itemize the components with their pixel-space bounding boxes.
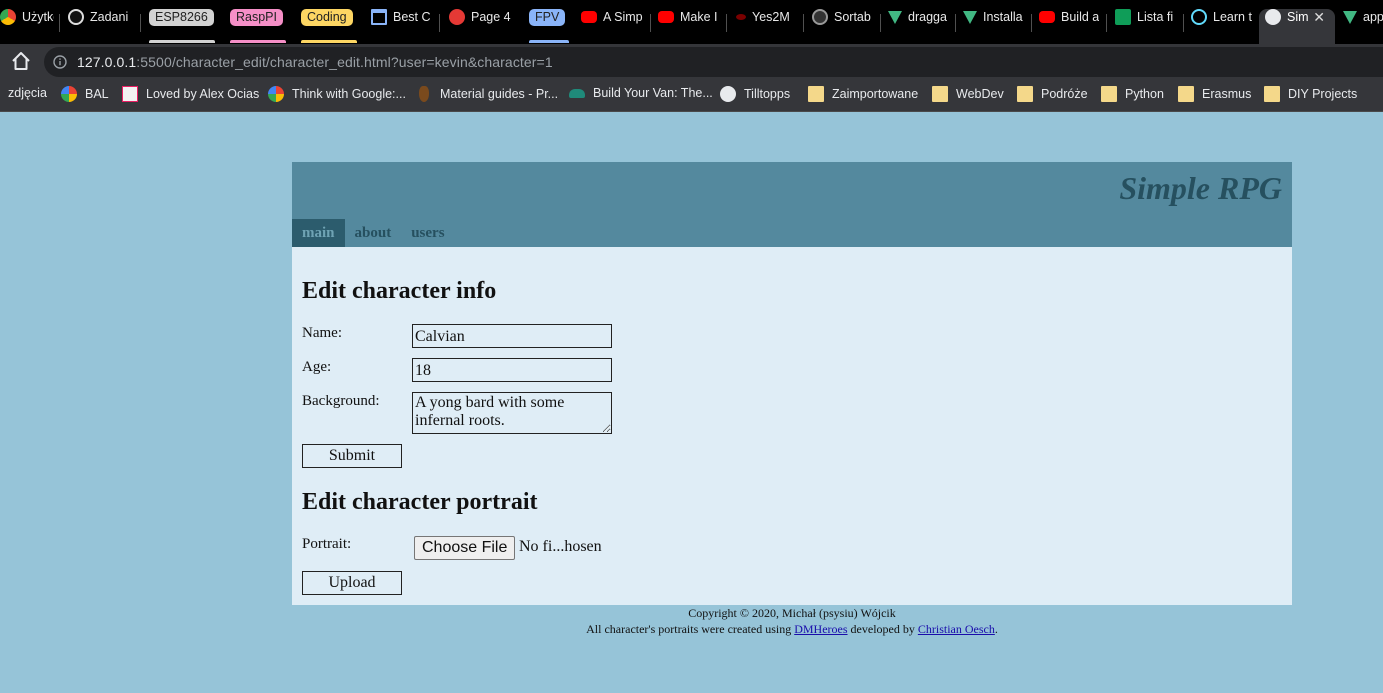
bookmarks-bar: zdjęcia BAL Loved by Alex Ocias Think wi…	[0, 78, 1383, 112]
bookmark-bal[interactable]: BAL	[61, 86, 109, 102]
tab-dragga[interactable]: dragga	[882, 9, 954, 43]
info-icon[interactable]	[53, 55, 67, 69]
vue-icon	[888, 11, 902, 24]
tab-group-raspi[interactable]: RaspPI	[224, 9, 290, 43]
bookmark-folder-podroze[interactable]: Podróże	[1017, 86, 1088, 102]
tab-group-fpv[interactable]: FPV	[523, 9, 573, 43]
bookmark-folder-webdev[interactable]: WebDev	[932, 86, 1004, 102]
dmheroes-link[interactable]: DMHeroes	[794, 622, 847, 636]
tab-zadani[interactable]: Zadani	[62, 9, 140, 43]
nav-users[interactable]: users	[401, 219, 454, 247]
tab-learn[interactable]: Learn t	[1185, 9, 1257, 43]
nav-about[interactable]: about	[345, 219, 402, 247]
react-icon	[1191, 9, 1207, 25]
bookmark-think-with-google[interactable]: Think with Google:...	[268, 86, 406, 102]
van-icon	[569, 88, 585, 98]
youtube-icon	[1039, 11, 1055, 23]
background-label: Background:	[302, 393, 380, 409]
main-nav: main about users	[292, 219, 455, 247]
folder-icon	[1178, 86, 1194, 102]
url-text[interactable]: 127.0.0.1:5500/character_edit/character_…	[77, 54, 553, 70]
page-footer: Copyright © 2020, Michał (psysiu) Wójcik…	[292, 605, 1292, 637]
folder-icon	[1017, 86, 1033, 102]
edit-info-heading: Edit character info	[302, 278, 497, 304]
browser-tab-strip: Użytko Zadani ESP8266 RaspPI Coding Best…	[0, 0, 1383, 44]
christian-oesch-link[interactable]: Christian Oesch	[918, 622, 995, 636]
google-icon	[268, 86, 284, 102]
site-title: Simple RPG	[1119, 170, 1282, 206]
guitar-icon	[419, 86, 429, 102]
tab-group-coding[interactable]: Coding	[295, 9, 361, 43]
compass-icon	[68, 9, 84, 25]
url-host: 127.0.0.1	[77, 54, 137, 70]
bookmark-material-guides[interactable]: Material guides - Pr...	[416, 86, 558, 102]
bookmark-alex-ocias[interactable]: Loved by Alex Ocias	[122, 86, 259, 102]
tab-make[interactable]: Make I	[652, 9, 724, 43]
tab-sortab[interactable]: Sortab	[806, 9, 880, 43]
google-icon	[61, 86, 77, 102]
tab-app[interactable]: app	[1337, 9, 1383, 43]
red-wave-icon	[736, 14, 746, 20]
pin-icon	[449, 9, 465, 25]
credit-line: All character's portraits were created u…	[292, 621, 1292, 637]
tab-lista[interactable]: Lista fi	[1109, 9, 1183, 43]
bookmark-folder-zaimportowane[interactable]: Zaimportowane	[808, 86, 918, 102]
age-input[interactable]	[412, 358, 612, 382]
address-bar[interactable]: 127.0.0.1:5500/character_edit/character_…	[44, 47, 1383, 77]
youtube-icon	[658, 11, 674, 23]
bookmark-build-your-van[interactable]: Build Your Van: The...	[569, 86, 713, 100]
close-tab-icon[interactable]: ✕	[1313, 9, 1331, 25]
submit-button[interactable]: Submit	[302, 444, 402, 468]
tab-a-simp[interactable]: A Simp	[575, 9, 649, 43]
main-content: Edit character info Name: Age: Backgroun…	[292, 247, 1292, 605]
vue-icon	[963, 11, 977, 24]
tab-installa[interactable]: Installa	[957, 9, 1031, 43]
youtube-icon	[581, 11, 597, 23]
nav-main[interactable]: main	[292, 219, 345, 247]
tab-yes2m[interactable]: Yes2M	[730, 9, 802, 43]
github-icon	[812, 9, 828, 25]
url-path: :5500/character_edit/character_edit.html…	[136, 54, 553, 70]
portrait-label: Portrait:	[302, 536, 352, 552]
edit-portrait-heading: Edit character portrait	[302, 489, 538, 515]
folder-icon	[932, 86, 948, 102]
home-icon[interactable]	[10, 50, 32, 72]
folder-icon	[1264, 86, 1280, 102]
age-label: Age:	[302, 359, 332, 375]
browser-toolbar: 127.0.0.1:5500/character_edit/character_…	[0, 44, 1383, 78]
file-status-text: No fi...hosen	[519, 538, 602, 555]
bookmark-folder-erasmus[interactable]: Erasmus	[1178, 86, 1251, 102]
credit-prefix: All character's portraits were created u…	[586, 622, 792, 636]
choose-file-button[interactable]: Choose File	[414, 536, 516, 560]
tab-build[interactable]: Build a	[1033, 9, 1105, 43]
folder-icon	[808, 86, 824, 102]
credit-middle: developed by	[850, 622, 915, 636]
tab-group-esp8266[interactable]: ESP8266	[143, 9, 219, 43]
tab-simple-rpg[interactable]: Sim ✕	[1259, 9, 1335, 44]
bank-icon	[371, 9, 387, 25]
sheets-icon	[1115, 9, 1131, 25]
upload-button[interactable]: Upload	[302, 571, 402, 595]
bookmark-tilltopps[interactable]: Tilltopps	[720, 86, 790, 102]
tab-uzytko[interactable]: Użytko	[0, 9, 58, 43]
chrome-icon	[0, 9, 16, 25]
background-textarea[interactable]: A yong bard with some infernal roots.	[412, 392, 612, 434]
alex-icon	[122, 86, 138, 102]
credit-suffix: .	[994, 622, 998, 636]
bookmark-folder-diy-projects[interactable]: DIY Projects	[1264, 86, 1357, 102]
globe-icon	[1265, 9, 1281, 25]
globe-icon	[720, 86, 736, 102]
tab-page4[interactable]: Page 4	[443, 9, 519, 43]
site-header: Simple RPG main about users	[292, 162, 1292, 247]
tab-best[interactable]: Best C	[365, 9, 437, 43]
vue-icon	[1343, 11, 1357, 24]
folder-icon	[1101, 86, 1117, 102]
bookmark-zdjecia[interactable]: zdjęcia	[8, 86, 47, 100]
bookmark-folder-python[interactable]: Python	[1101, 86, 1164, 102]
name-label: Name:	[302, 325, 342, 341]
copyright-text: Copyright © 2020, Michał (psysiu) Wójcik	[688, 606, 896, 620]
name-input[interactable]	[412, 324, 612, 348]
